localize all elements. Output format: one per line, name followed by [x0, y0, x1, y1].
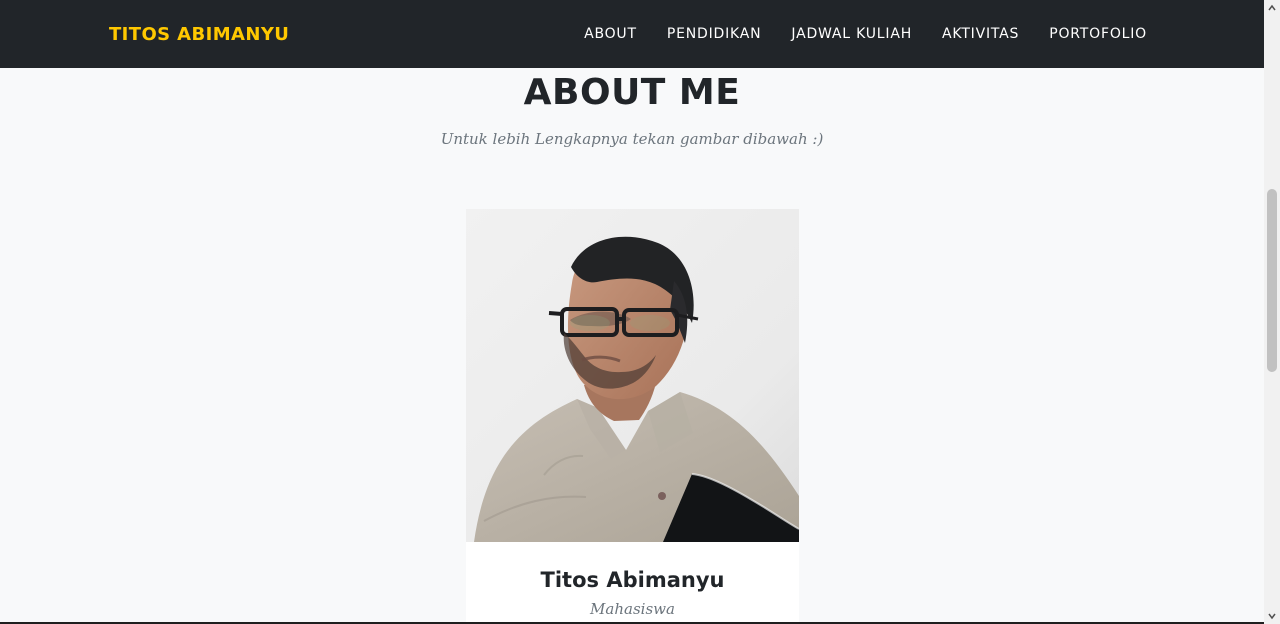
nav-link-aktivitas[interactable]: AKTIVITAS — [942, 26, 1019, 42]
nav-link-jadwal-kuliah[interactable]: JADWAL KULIAH — [791, 26, 912, 42]
about-page: TITOS ABIMANYU ABOUT PENDIDIKAN JADWAL K… — [0, 0, 1264, 624]
profile-photo[interactable] — [466, 209, 799, 542]
brand-logo[interactable]: TITOS ABIMANYU — [109, 24, 289, 45]
page: TITOS ABIMANYU ABOUT PENDIDIKAN JADWAL K… — [0, 0, 1280, 624]
nav-links: ABOUT PENDIDIKAN JADWAL KULIAH AKTIVITAS… — [584, 0, 1147, 68]
chevron-up-icon — [1268, 4, 1276, 11]
nav-link-pendidikan[interactable]: PENDIDIKAN — [667, 26, 762, 42]
chevron-down-icon — [1268, 613, 1276, 620]
scroll-down-button[interactable] — [1264, 608, 1280, 624]
scrollbar-thumb[interactable] — [1267, 189, 1277, 372]
top-navbar: TITOS ABIMANYU ABOUT PENDIDIKAN JADWAL K… — [0, 0, 1264, 68]
scroll-up-button[interactable] — [1264, 0, 1280, 16]
vertical-scrollbar[interactable] — [1264, 0, 1280, 624]
profile-card[interactable]: Titos Abimanyu Mahasiswa — [466, 209, 799, 624]
about-subtitle: Untuk lebih Lengkapnya tekan gambar diba… — [440, 130, 824, 148]
profile-photo-illustration — [466, 209, 799, 542]
about-title: ABOUT ME — [523, 72, 741, 113]
nav-link-about[interactable]: ABOUT — [584, 26, 637, 42]
nav-link-portofolio[interactable]: PORTOFOLIO — [1049, 26, 1147, 42]
profile-role: Mahasiswa — [590, 600, 675, 618]
profile-name: Titos Abimanyu — [540, 568, 725, 592]
